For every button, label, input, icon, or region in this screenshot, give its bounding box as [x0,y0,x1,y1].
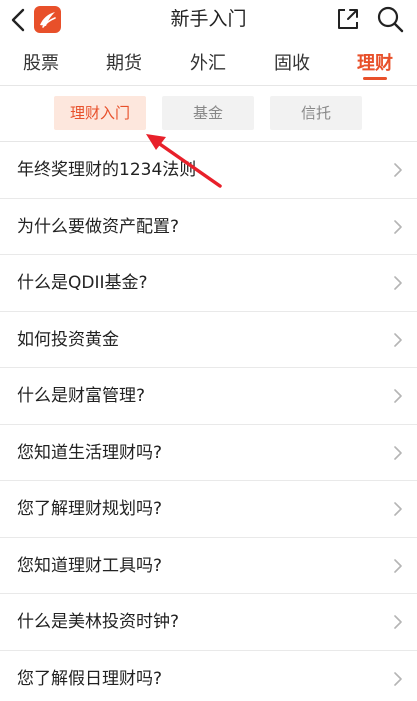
chevron-right-icon [394,615,402,629]
tab-futures[interactable]: 期货 [94,52,154,76]
subtab-funds[interactable]: 基金 [162,96,254,130]
sub-tabs: 理财入门 基金 信托 [0,86,417,142]
list-item[interactable]: 什么是美林投资时钟? [0,594,417,651]
chevron-right-icon [394,445,402,460]
list-item[interactable]: 您知道理财工具吗? [0,538,417,594]
tab-fixed-income[interactable]: 固收 [262,52,322,76]
chevron-right-icon [394,558,402,573]
chevron-right-icon [394,276,402,290]
chevron-right-icon [394,502,402,516]
chevron-right-icon [394,671,402,686]
list-item[interactable]: 如何投资黄金 [0,312,417,368]
list-item[interactable]: 您了解假日理财吗? [0,651,417,701]
header-bar: 新手入门 [0,0,417,40]
list-item-label: 什么是财富管理? [17,386,146,406]
tab-forex[interactable]: 外汇 [178,52,238,76]
tab-stocks[interactable]: 股票 [11,52,71,76]
list-item-label: 您知道理财工具吗? [17,555,163,576]
list-item-label: 如何投资黄金 [17,329,119,350]
subtab-wealth-intro[interactable]: 理财入门 [54,96,146,130]
list-item-label: 您了解理财规划吗? [17,499,163,519]
list-item-label: 您知道生活理财吗? [17,442,163,463]
category-tabs: 股票 期货 外汇 固收 理财 [0,40,417,86]
chevron-right-icon [394,332,402,347]
active-tab-indicator [363,77,387,80]
chevron-right-icon [394,219,402,234]
list-item[interactable]: 您知道生活理财吗? [0,425,417,481]
list-item[interactable]: 您了解理财规划吗? [0,481,417,538]
list-item-label: 什么是美林投资时钟? [17,612,180,632]
chevron-right-icon [394,389,402,403]
list-item[interactable]: 什么是QDII基金? [0,255,417,312]
list-item-label: 年终奖理财的1234法则 [17,160,197,180]
list-item[interactable]: 什么是财富管理? [0,368,417,425]
list-item-label: 您了解假日理财吗? [17,668,163,689]
list-item[interactable]: 为什么要做资产配置? [0,199,417,255]
share-icon[interactable] [335,6,361,32]
search-icon[interactable] [376,5,404,33]
subtab-trusts[interactable]: 信托 [270,96,362,130]
tab-wealth-management[interactable]: 理财 [345,52,405,76]
list-item-label: 什么是QDII基金? [17,273,148,293]
list-item[interactable]: 年终奖理财的1234法则 [0,142,417,199]
chevron-right-icon [394,163,402,177]
list-item-label: 为什么要做资产配置? [17,216,180,237]
article-list: 年终奖理财的1234法则 为什么要做资产配置? 什么是QDII基金? 如何投资黄… [0,142,417,701]
